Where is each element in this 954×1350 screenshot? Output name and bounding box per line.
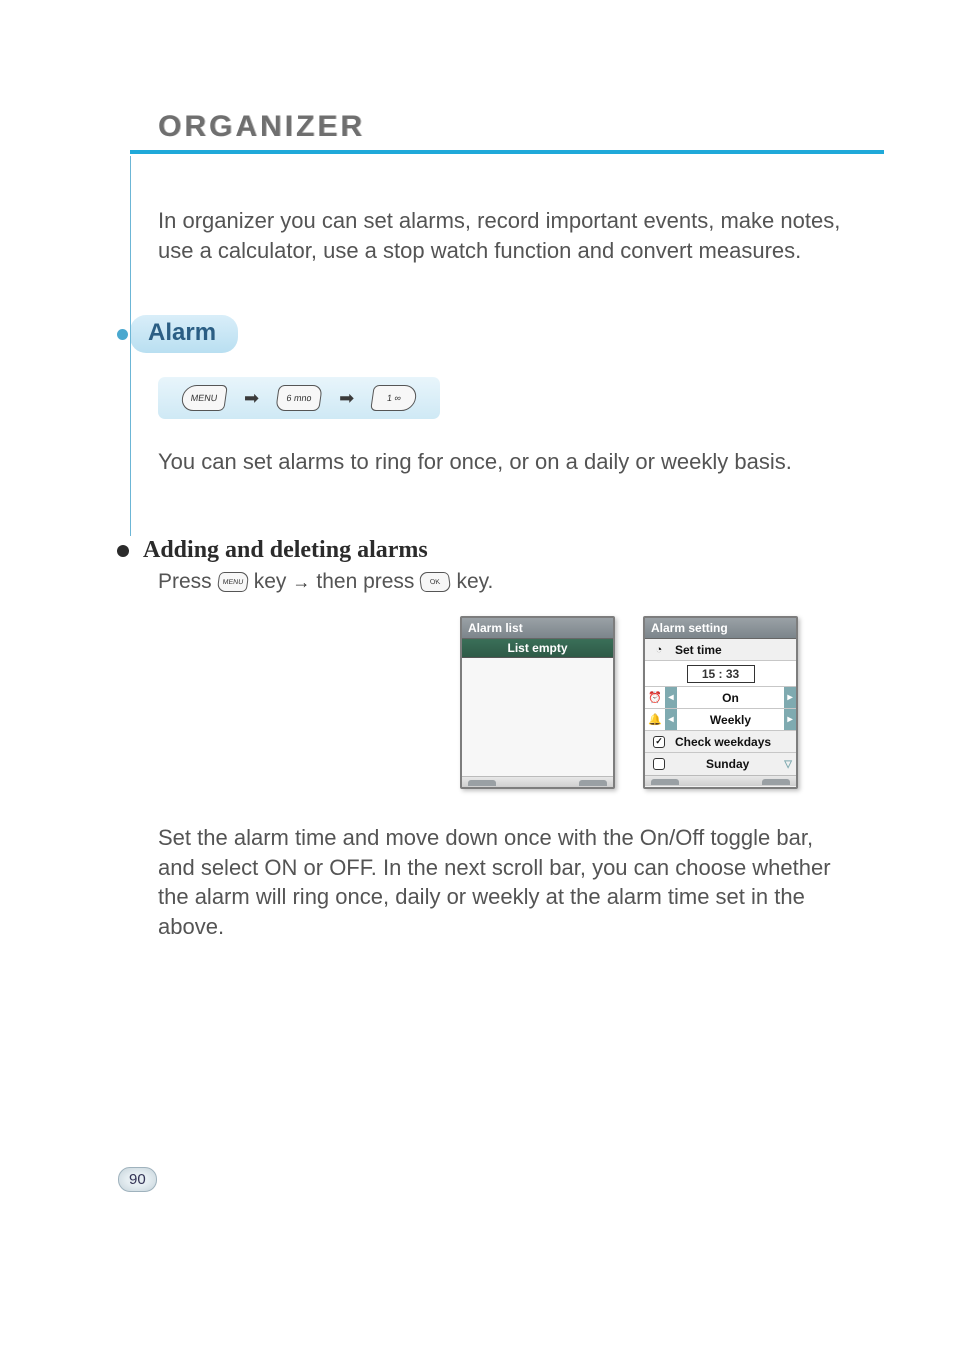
alarm-description: You can set alarms to ring for once, or … [130, 419, 884, 477]
page-number: 90 [118, 1167, 157, 1192]
key-6-icon: 6 mno [275, 385, 323, 411]
screenshot-row: Alarm list List empty Alarm setting ◔ Se… [460, 616, 884, 789]
chevron-left-icon: ◂ [665, 709, 677, 730]
subsection-title: Adding and deleting alarms [143, 537, 428, 564]
checkbox-checked-icon: ✓ [649, 736, 669, 748]
explanation-paragraph: Set the alarm time and move down once wi… [130, 789, 884, 942]
screen-title: Alarm list [462, 618, 613, 639]
screen-body [462, 658, 613, 776]
press-text: Press [158, 570, 212, 594]
arrow-right-icon: ➡ [244, 388, 259, 409]
subsection-bullet-icon [117, 545, 129, 557]
phone-screen-alarm-setting: Alarm setting ◔ Set time 15 : 33 ⏰ ◂ On … [643, 616, 798, 789]
bell-icon: 🔔 [645, 713, 665, 726]
press-text: then press [316, 570, 414, 594]
section-guideline [130, 156, 131, 536]
section-title: Alarm [130, 315, 238, 353]
clock-icon: ◔ [649, 644, 669, 656]
chapter-title: ORGANIZER [130, 110, 884, 150]
manual-page: ORGANIZER In organizer you can set alarm… [0, 0, 954, 1350]
press-text: key [254, 570, 287, 594]
keypress-instruction: Press MENU key → then press OK key. [130, 564, 884, 594]
chevron-down-icon: ▽ [784, 759, 796, 770]
chevron-left-icon: ◂ [665, 687, 677, 708]
time-input-row: 15 : 33 [645, 661, 796, 687]
menu-key-icon: MENU [216, 572, 249, 592]
check-weekdays-label: Check weekdays [673, 735, 796, 749]
ok-key-icon: OK [419, 572, 452, 592]
subsection-heading: Adding and deleting alarms [125, 537, 884, 564]
set-time-row: ◔ Set time [645, 639, 796, 661]
header-rule [130, 150, 884, 154]
press-text: key. [456, 570, 493, 594]
softkey-bar [462, 776, 613, 787]
checkbox-unchecked-icon [649, 758, 669, 770]
check-weekdays-row: ✓ Check weekdays [645, 731, 796, 753]
arrow-right-icon: → [292, 572, 310, 593]
chevron-right-icon: ▸ [784, 709, 796, 730]
repeat-toggle-row: 🔔 ◂ Weekly ▸ [645, 709, 796, 731]
weekday-value: Sunday [673, 757, 780, 771]
list-empty-banner: List empty [462, 639, 613, 658]
chapter-header: ORGANIZER [130, 110, 884, 154]
navigation-key-sequence: MENU ➡ 6 mno ➡ 1 ∞ [158, 377, 440, 419]
screen-title: Alarm setting [645, 618, 796, 639]
section-heading: Alarm [125, 315, 884, 353]
repeat-value: Weekly [677, 713, 784, 727]
set-time-label: Set time [673, 643, 796, 657]
chevron-right-icon: ▸ [784, 687, 796, 708]
softkey-bar [645, 775, 796, 786]
alarm-time-value: 15 : 33 [687, 665, 755, 683]
key-1-icon: 1 ∞ [370, 385, 418, 411]
onoff-toggle-row: ⏰ ◂ On ▸ [645, 687, 796, 709]
arrow-right-icon: ➡ [339, 388, 354, 409]
intro-paragraph: In organizer you can set alarms, record … [130, 188, 884, 265]
alarm-clock-icon: ⏰ [645, 691, 665, 704]
onoff-value: On [677, 691, 784, 705]
weekday-row: Sunday ▽ [645, 753, 796, 775]
section-bullet-icon [117, 329, 128, 340]
menu-key-icon: MENU [180, 385, 228, 411]
phone-screen-alarm-list: Alarm list List empty [460, 616, 615, 789]
